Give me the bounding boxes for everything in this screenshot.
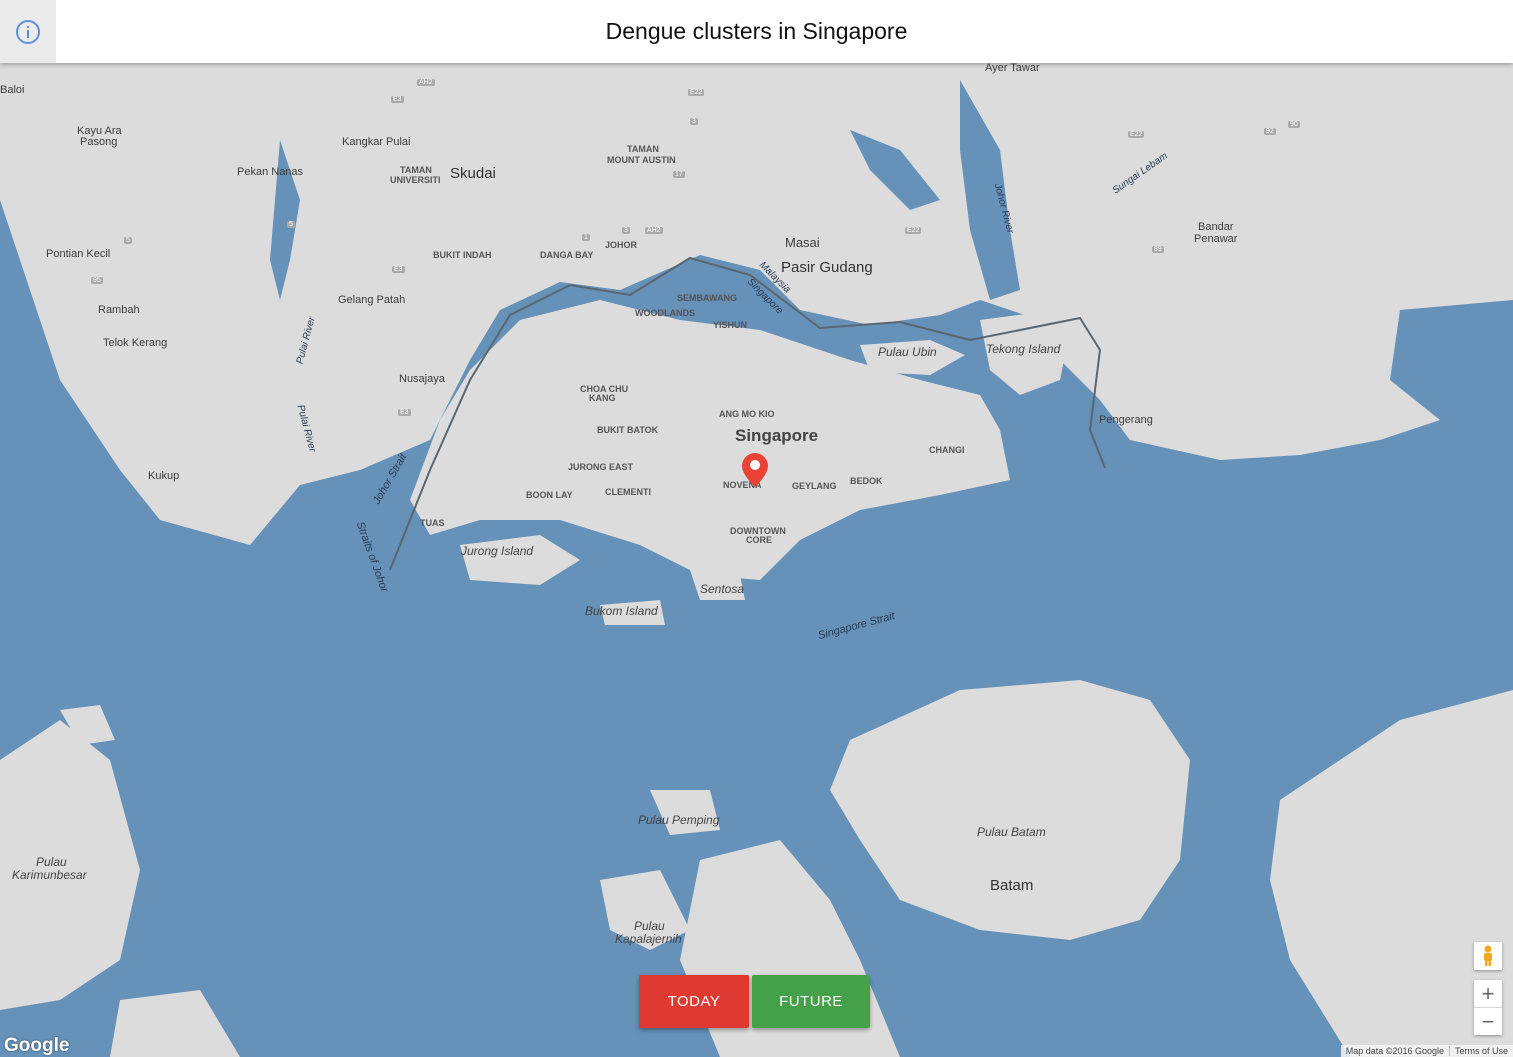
map-label: Batam	[990, 877, 1034, 894]
street-view-button[interactable]	[1474, 942, 1502, 970]
map-label: Penawar	[1194, 233, 1238, 245]
map-data-text: Map data ©2016 Google	[1345, 1046, 1444, 1056]
road-shield: E3	[398, 409, 411, 416]
map-label: WOODLANDS	[635, 308, 695, 318]
map-label: JURONG EAST	[568, 462, 634, 472]
map-label: TAMAN	[400, 165, 432, 175]
map-label: TUAS	[420, 518, 445, 528]
map-label: KANG	[589, 393, 616, 403]
road-shield: 5	[124, 237, 132, 244]
map-label: BOON LAY	[526, 490, 573, 500]
road-shield: 5	[287, 221, 295, 228]
map-label: GEYLANG	[792, 481, 837, 491]
road-shield: 17	[673, 171, 685, 178]
road-shield: 3	[690, 118, 698, 125]
map-label: Pulau Ubin	[878, 345, 937, 359]
road-shield: AH2	[645, 227, 663, 234]
info-button[interactable]	[0, 0, 56, 63]
map-canvas[interactable]: Ayer Tawar Baloi Kayu Ara Pasong Kangkar…	[0, 63, 1513, 1057]
map-label: MOUNT AUSTIN	[607, 155, 676, 165]
map-label: Jurong Island	[461, 544, 534, 558]
map-label: Pengerang	[1099, 414, 1153, 426]
map-label: Kangkar Pulai	[342, 136, 411, 148]
map-label: Pekan Nanas	[237, 166, 304, 178]
map-label: Sentosa	[700, 582, 745, 596]
map-label: TAMAN	[627, 144, 659, 154]
zoom-in-button[interactable]: +	[1474, 980, 1502, 1008]
road-shield: E22	[905, 227, 922, 234]
map-label: Telok Kerang	[103, 337, 168, 349]
map-label: Pulau Batam	[977, 825, 1046, 839]
map-label: Gelang Patah	[338, 294, 406, 306]
map-label: Nusajaya	[399, 373, 445, 385]
map-label: Rambah	[98, 304, 140, 316]
road-shield: E3	[392, 266, 405, 273]
road-shield: 3	[622, 227, 630, 234]
map-label: Masai	[785, 235, 820, 250]
map-label: SEMBAWANG	[677, 293, 738, 303]
google-logo: Google	[4, 1035, 70, 1056]
road-shield: E22	[1128, 131, 1145, 138]
map-label: Ayer Tawar	[985, 63, 1040, 74]
map-label: Pontian Kecil	[46, 248, 111, 260]
map-label: BUKIT BATOK	[597, 425, 659, 435]
map-label: Pulau	[634, 919, 665, 933]
road-shield: E22	[688, 89, 705, 96]
map-label: Kapalajernih	[615, 932, 682, 946]
map-attribution: Map data ©2016 Google Terms of Use	[1340, 1045, 1513, 1057]
map-label: Pasir Gudang	[781, 259, 873, 276]
map-background	[0, 63, 1513, 1057]
map-label: BEDOK	[850, 476, 883, 486]
app-header: Dengue clusters in Singapore	[0, 0, 1513, 63]
future-button[interactable]: FUTURE	[752, 975, 870, 1028]
road-shield: 95	[91, 277, 103, 284]
today-button[interactable]: TODAY	[639, 975, 749, 1028]
road-shield: 1	[582, 234, 590, 241]
map-label: BUKIT INDAH	[433, 250, 492, 260]
map-marker-icon[interactable]	[741, 452, 769, 488]
road-shield: E3	[391, 96, 404, 103]
map-label: UNIVERSITI	[390, 175, 441, 185]
map-label: Pulau Pemping	[638, 813, 720, 827]
map-label: CLEMENTI	[605, 487, 651, 497]
map-label: Pasong	[80, 136, 118, 148]
map-label: CHANGI	[929, 445, 965, 455]
map-label: Singapore	[735, 426, 819, 445]
road-shield: AH2	[417, 79, 435, 86]
page-title: Dengue clusters in Singapore	[605, 18, 908, 44]
terms-link[interactable]: Terms of Use	[1450, 1046, 1513, 1056]
info-icon	[16, 19, 40, 44]
map-label: DANGA BAY	[540, 250, 594, 260]
zoom-out-button[interactable]: −	[1474, 1008, 1502, 1035]
map-label: Skudai	[450, 165, 496, 182]
map-label: Bukom Island	[585, 604, 658, 618]
map-label: ANG MO KIO	[719, 409, 775, 419]
map-label: Karimunbesar	[12, 868, 87, 882]
map-label: Kukup	[148, 470, 180, 482]
map-label: CORE	[746, 535, 773, 545]
map-label: Bandar	[1198, 221, 1234, 233]
road-shield: 92	[1264, 128, 1276, 135]
map-label: Pulau	[36, 855, 67, 869]
pegman-icon	[1484, 945, 1492, 966]
map-label: Tekong Island	[986, 342, 1061, 356]
map-label: Baloi	[0, 84, 25, 96]
map-label: JOHOR	[605, 240, 638, 250]
road-shield: 89	[1152, 246, 1164, 253]
map-label: YISHUN	[713, 320, 748, 330]
road-shield: 90	[1288, 121, 1300, 128]
